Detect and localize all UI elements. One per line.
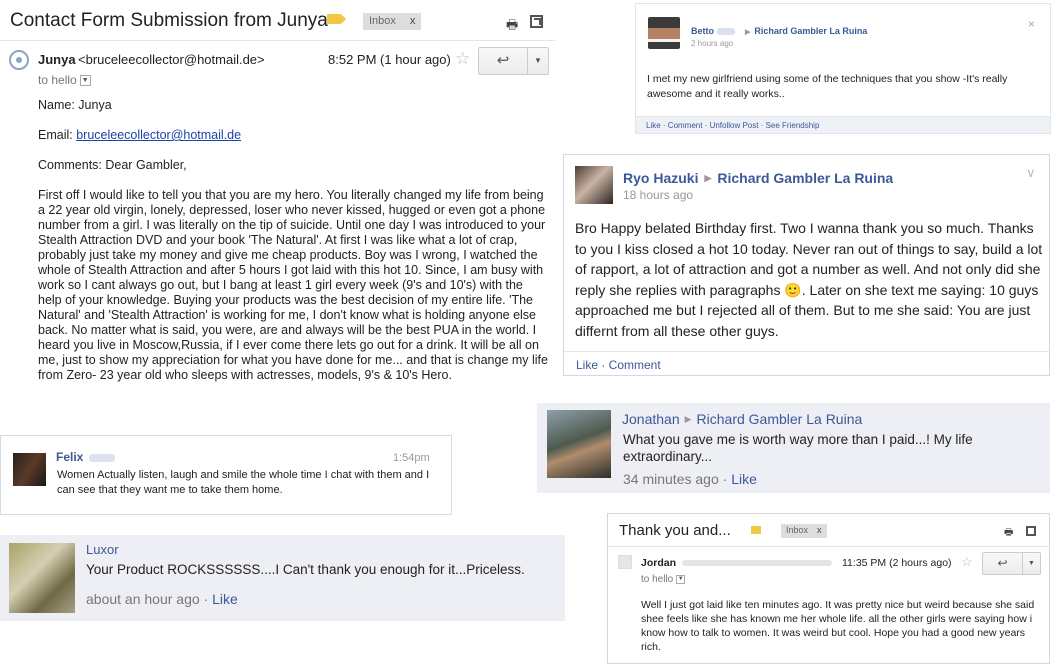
- post-text: I met my new girlfriend using some of th…: [647, 73, 1008, 100]
- redacted-email: [682, 560, 833, 567]
- arrow-right-icon: ▶: [745, 29, 751, 36]
- body-comments-line: Comments: Dear Gambler,: [38, 158, 187, 172]
- email-time: 8:52 PM (1 hour ago): [328, 52, 451, 67]
- body-name-line: Name: Junya: [38, 98, 112, 112]
- avatar[interactable]: [9, 543, 75, 613]
- facebook-post-betto: Betto ▶ Richard Gambler La Ruina 2 hours a…: [635, 3, 1051, 134]
- email-subject: Contact Form Submission from Junya: [10, 10, 328, 31]
- more-options-button[interactable]: ▼: [528, 48, 548, 74]
- gmail-email-panel: Contact Form Submission from Junya Inbox…: [0, 0, 555, 420]
- post-actions[interactable]: Like · Comment · Unfollow Post · See Fri…: [636, 116, 1050, 133]
- recipient-line: to hello ▼: [641, 574, 686, 585]
- arrow-right-icon: ▶: [684, 414, 692, 424]
- post-header: Betto ▶ Richard Gambler La Ruina: [691, 26, 867, 36]
- target-name[interactable]: Richard Gambler La Ruina: [717, 170, 893, 186]
- like-link[interactable]: Like: [212, 591, 238, 607]
- sender-name[interactable]: Junya: [38, 52, 76, 67]
- print-icon[interactable]: 🖶: [506, 16, 518, 38]
- email-time: 11:35 PM (2 hours ago): [842, 557, 952, 569]
- post-header: Ryo Hazuki ▶ Richard Gambler La Ruina: [623, 170, 893, 186]
- reply-button[interactable]: ↩: [479, 48, 528, 74]
- recipient-line: to hello ▼: [38, 73, 91, 87]
- target-name[interactable]: Richard Gambler La Ruina: [754, 26, 867, 36]
- email-body: Name: Junya Email: bruceleecollector@hot…: [38, 98, 548, 383]
- sender-line: Jordan: [641, 557, 833, 569]
- remove-label-icon[interactable]: x: [817, 525, 822, 535]
- poster-name[interactable]: Jonathan: [622, 411, 680, 427]
- post-time[interactable]: 18 hours ago: [623, 188, 693, 202]
- email-label: Email:: [38, 128, 77, 142]
- print-icon[interactable]: 🖶: [1004, 525, 1013, 542]
- body-paragraph: First off I would like to tell you that …: [38, 188, 548, 382]
- recipient-text: to hello: [641, 574, 674, 585]
- arrow-right-icon: ▶: [704, 173, 712, 183]
- facebook-post-jonathan: Jonathan ▶ Richard Gambler La Ruina What y…: [537, 403, 1050, 493]
- inbox-label-text: Inbox: [369, 15, 396, 27]
- reply-button-group: ↩ ▼: [478, 47, 549, 75]
- comment-text: Your Product ROCKSSSSSS....I Can't thank…: [86, 562, 525, 577]
- avatar[interactable]: [648, 17, 680, 49]
- sender-line: Felix: [56, 450, 116, 464]
- message-time: 1:54pm: [393, 452, 430, 464]
- body-email-line: Email: bruceleecollector@hotmail.de: [38, 128, 548, 143]
- post-time[interactable]: 34 minutes ago: [623, 471, 719, 487]
- poster-name[interactable]: Ryo Hazuki: [623, 170, 698, 186]
- facebook-comment-luxor: Luxor Your Product ROCKSSSSSS....I Can't…: [0, 535, 565, 621]
- chat-message-felix: Felix 1:54pm Women Actually listen, laug…: [0, 435, 452, 515]
- recipient-text: to hello: [38, 73, 77, 87]
- sender-avatar: [618, 555, 632, 569]
- reply-button-group: ↩ ▼: [982, 552, 1041, 575]
- star-icon[interactable]: ☆: [455, 49, 470, 69]
- remove-label-icon[interactable]: x: [410, 15, 416, 27]
- header-divider: [608, 546, 1049, 547]
- comment-time[interactable]: about an hour ago: [86, 591, 200, 607]
- like-link[interactable]: Like: [731, 471, 757, 487]
- email-link[interactable]: bruceleecollector@hotmail.de: [76, 128, 241, 142]
- star-icon[interactable]: ☆: [961, 554, 973, 570]
- sender-name[interactable]: Felix: [56, 450, 83, 464]
- poster-name[interactable]: Betto: [691, 26, 714, 36]
- post-text: Bro Happy belated Birthday first. Two I …: [575, 220, 1043, 339]
- post-meta: 34 minutes ago · Like: [623, 471, 757, 487]
- new-window-icon[interactable]: [530, 15, 543, 28]
- sender-name[interactable]: Jordan: [641, 557, 676, 569]
- reply-button[interactable]: ↩: [983, 553, 1023, 574]
- show-details-icon[interactable]: ▼: [79, 75, 91, 87]
- chevron-down-icon[interactable]: ∨: [1026, 165, 1036, 181]
- comment-meta: about an hour ago · Like: [86, 591, 238, 607]
- post-header: Jonathan ▶ Richard Gambler La Ruina: [622, 411, 862, 427]
- inbox-label-chip[interactable]: Inbox x: [363, 13, 422, 30]
- header-divider: [0, 40, 555, 41]
- redacted-surname: [89, 453, 116, 462]
- email-body: Well I just got laid like ten minutes ag…: [641, 599, 1035, 653]
- avatar[interactable]: [13, 453, 46, 486]
- avatar[interactable]: [547, 410, 611, 478]
- new-window-icon[interactable]: [1026, 526, 1036, 536]
- commenter-name[interactable]: Luxor: [86, 542, 119, 557]
- sender-avatar: [9, 50, 29, 70]
- inbox-label-text: Inbox: [786, 525, 809, 535]
- target-name[interactable]: Richard Gambler La Ruina: [697, 411, 863, 427]
- facebook-post-ryo: Ryo Hazuki ▶ Richard Gambler La Ruina 18 h…: [563, 154, 1050, 376]
- post-actions[interactable]: Like · Comment: [576, 358, 661, 372]
- gmail-email-panel-small: Thank you and... Inbox x 🖶 Jordan 11:35 P…: [607, 513, 1050, 664]
- label-tag-icon[interactable]: [751, 526, 761, 534]
- close-icon[interactable]: ×: [1028, 17, 1035, 31]
- inbox-label-chip[interactable]: Inbox x: [781, 524, 827, 538]
- email-subject: Thank you and...: [619, 522, 731, 539]
- divider: [564, 351, 1049, 352]
- message-text: Women Actually listen, laugh and smile t…: [57, 469, 430, 496]
- sender-email: <brucelee​collector@hotmail.de>: [78, 52, 265, 67]
- more-options-button[interactable]: ▼: [1023, 553, 1040, 574]
- redacted-surname: [717, 28, 735, 36]
- avatar[interactable]: [575, 166, 613, 204]
- show-details-icon[interactable]: ▼: [676, 574, 686, 584]
- label-tag-icon[interactable]: [327, 14, 346, 24]
- post-text: What you gave me is worth way more than …: [623, 432, 973, 464]
- post-time[interactable]: 2 hours ago: [691, 39, 733, 48]
